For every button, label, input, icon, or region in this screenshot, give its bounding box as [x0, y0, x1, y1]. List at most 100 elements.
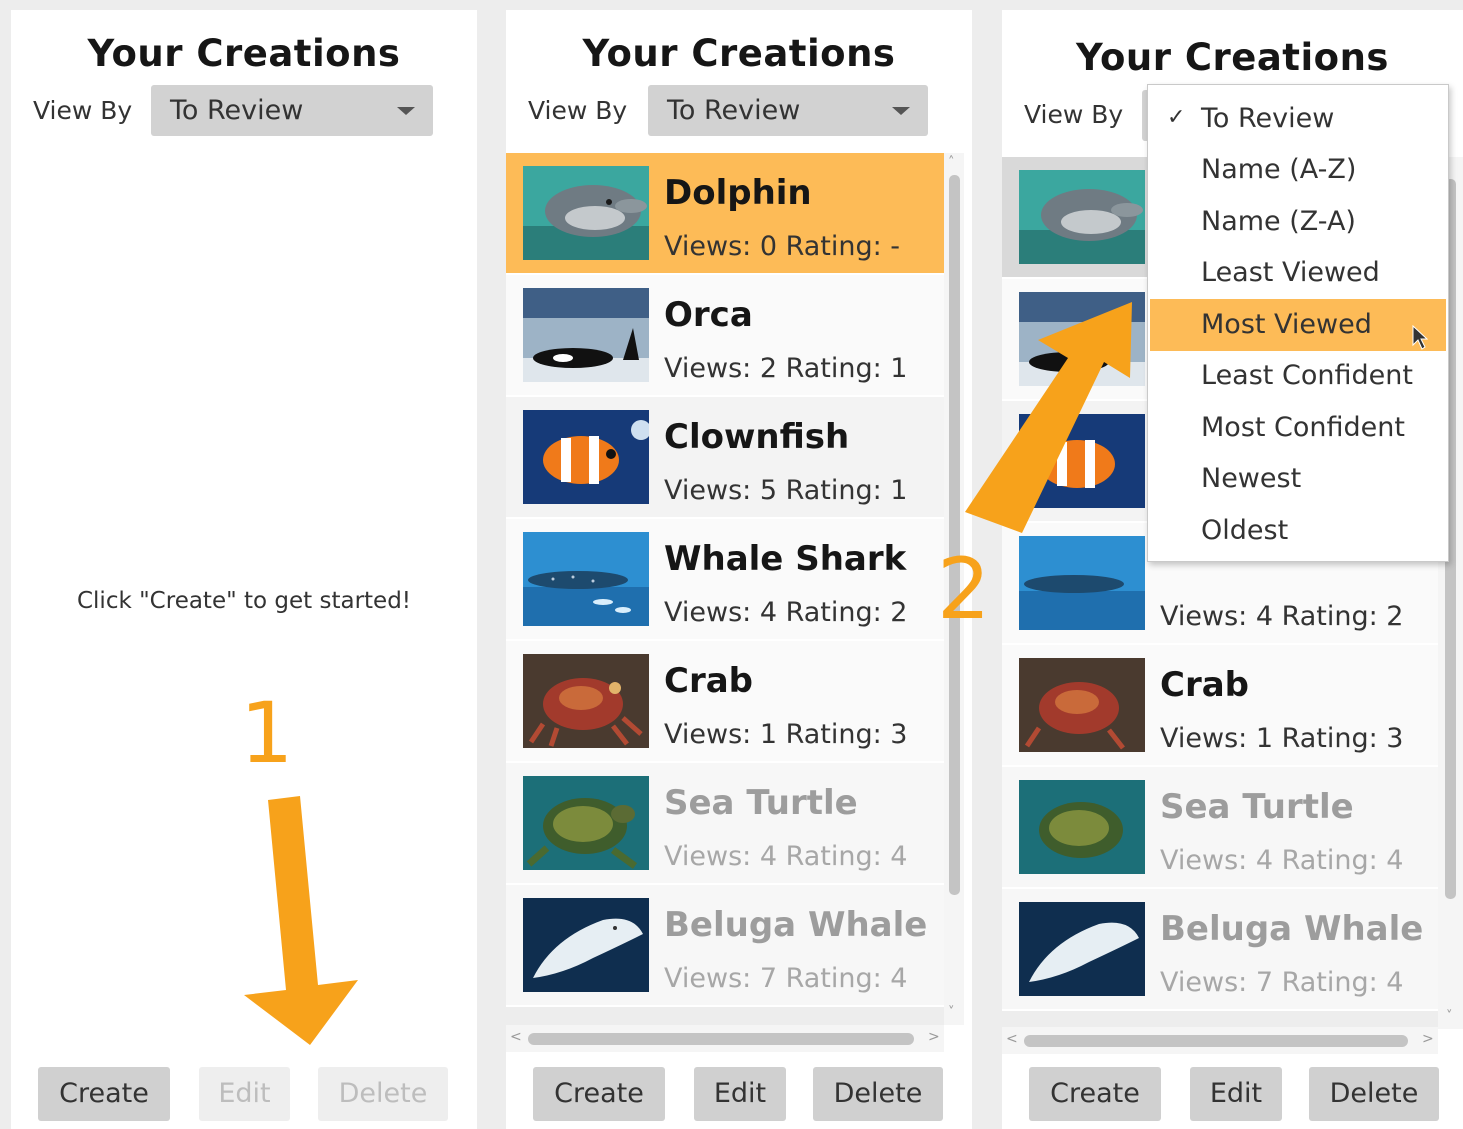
item-stats: Views: 4 Rating: 4: [664, 841, 908, 872]
clownfish-thumbnail: [523, 410, 649, 504]
item-name: Sea Turtle: [664, 783, 858, 823]
menu-item-label: Least Viewed: [1201, 257, 1380, 288]
list-item-whale-shark[interactable]: Whale Shark Views: 4 Rating: 2: [506, 519, 944, 639]
checkmark-icon: ✓: [1167, 105, 1186, 130]
chevron-down-icon: [892, 107, 910, 115]
list-item-partial[interactable]: [506, 1007, 944, 1025]
item-stats: Views: 7 Rating: 4: [1160, 967, 1404, 998]
list-item-sea-turtle[interactable]: Sea Turtle Views: 4 Rating: 4: [506, 763, 944, 883]
menu-item-least-confident[interactable]: Least Confident: [1150, 350, 1446, 402]
chevron-down-icon: [397, 107, 415, 115]
beluga-whale-thumbnail: [1019, 902, 1145, 996]
create-button[interactable]: Create: [533, 1067, 665, 1121]
list-item-crab[interactable]: Crab Views: 1 Rating: 3: [506, 641, 944, 761]
delete-button[interactable]: Delete: [1309, 1067, 1439, 1121]
scroll-right-icon[interactable]: >: [1422, 1031, 1434, 1047]
dropdown-value: To Review: [170, 95, 304, 126]
list-item-crab[interactable]: Crab Views: 1 Rating: 3: [1002, 645, 1438, 765]
scroll-up-icon[interactable]: ˄: [948, 155, 955, 170]
step-2-label: 2: [937, 540, 991, 638]
menu-item-label: To Review: [1201, 103, 1335, 134]
menu-item-label: Least Confident: [1201, 360, 1413, 391]
item-stats: Views: 4 Rating: 4: [1160, 845, 1404, 876]
panel-title: Your Creations: [582, 32, 896, 75]
create-button[interactable]: Create: [38, 1067, 170, 1121]
mouse-cursor-icon: [1412, 325, 1428, 350]
delete-button[interactable]: Delete: [318, 1067, 448, 1121]
step-1-label: 1: [240, 684, 294, 782]
sea-turtle-thumbnail: [523, 776, 649, 870]
item-stats: Views: 1 Rating: 3: [1160, 723, 1404, 754]
list-item-dolphin[interactable]: Dolphin Views: 0 Rating: -: [506, 153, 944, 273]
item-name: Sea Turtle: [1160, 787, 1354, 827]
crab-thumbnail: [523, 654, 649, 748]
orca-thumbnail: [523, 288, 649, 382]
horizontal-scrollbar[interactable]: < >: [506, 1025, 944, 1052]
item-stats: Views: 1 Rating: 3: [664, 719, 908, 750]
item-stats: Views: 4 Rating: 2: [664, 597, 908, 628]
scroll-left-icon[interactable]: <: [510, 1029, 522, 1045]
menu-item-newest[interactable]: Newest: [1150, 453, 1446, 505]
orca-thumbnail: [1019, 292, 1145, 386]
item-name: Beluga Whale: [664, 905, 928, 945]
scrollbar-thumb[interactable]: [949, 175, 960, 895]
menu-item-label: Most Confident: [1201, 412, 1405, 443]
item-name: Dolphin: [664, 173, 812, 213]
scrollbar-thumb[interactable]: [1024, 1035, 1408, 1047]
edit-button[interactable]: Edit: [694, 1067, 786, 1121]
dropdown-value: To Review: [667, 95, 801, 126]
item-name: Orca: [664, 295, 753, 335]
beluga-whale-thumbnail: [523, 898, 649, 992]
whale-shark-thumbnail: [1019, 536, 1145, 630]
item-name: Crab: [664, 661, 754, 701]
menu-item-to-review[interactable]: ✓ To Review: [1150, 93, 1446, 145]
view-by-dropdown[interactable]: To Review: [151, 85, 433, 136]
panel-title: Your Creations: [87, 32, 401, 75]
view-by-menu: ✓ To Review Name (A-Z) Name (Z-A) Least …: [1147, 84, 1449, 562]
item-stats: Views: 5 Rating: 1: [664, 475, 908, 506]
menu-item-name-a-z[interactable]: Name (A-Z): [1150, 144, 1446, 196]
scroll-right-icon[interactable]: >: [928, 1029, 940, 1045]
edit-button[interactable]: Edit: [1190, 1067, 1282, 1121]
sea-turtle-thumbnail: [1019, 780, 1145, 874]
edit-button[interactable]: Edit: [199, 1067, 290, 1121]
list-item-clownfish[interactable]: Clownfish Views: 5 Rating: 1: [506, 397, 944, 517]
dolphin-thumbnail: [523, 166, 649, 260]
menu-item-label: Most Viewed: [1201, 309, 1372, 340]
creations-list: Dolphin Views: 0 Rating: - Orca Views: 2…: [506, 153, 944, 1025]
creations-panel-sort-menu: Your Creations View By Views: 4 Rating: …: [1002, 10, 1463, 1129]
menu-item-least-viewed[interactable]: Least Viewed: [1150, 247, 1446, 299]
scroll-down-icon[interactable]: ˅: [948, 1005, 955, 1020]
menu-item-most-viewed[interactable]: Most Viewed: [1150, 299, 1446, 351]
menu-item-name-z-a[interactable]: Name (Z-A): [1150, 196, 1446, 248]
list-item-sea-turtle[interactable]: Sea Turtle Views: 4 Rating: 4: [1002, 767, 1438, 887]
view-by-label: View By: [528, 96, 628, 125]
menu-item-label: Newest: [1201, 463, 1302, 494]
menu-item-most-confident[interactable]: Most Confident: [1150, 402, 1446, 454]
item-stats: Views: 2 Rating: 1: [664, 353, 908, 384]
dolphin-thumbnail: [1019, 170, 1145, 264]
item-stats: Views: 7 Rating: 4: [664, 963, 908, 994]
clownfish-thumbnail: [1019, 414, 1145, 508]
list-item-beluga-whale[interactable]: Beluga Whale Views: 7 Rating: 4: [506, 885, 944, 1005]
menu-item-label: Name (Z-A): [1201, 206, 1356, 237]
creations-panel-empty: Your Creations View By To Review Click "…: [11, 10, 477, 1129]
item-name: Crab: [1160, 665, 1250, 705]
list-item-beluga-whale[interactable]: Beluga Whale Views: 7 Rating: 4: [1002, 889, 1438, 1009]
scroll-left-icon[interactable]: <: [1006, 1031, 1018, 1047]
scroll-down-icon[interactable]: ˅: [1446, 1009, 1453, 1024]
list-item-orca[interactable]: Orca Views: 2 Rating: 1: [506, 275, 944, 395]
item-name: Whale Shark: [664, 539, 907, 579]
menu-item-label: Name (A-Z): [1201, 154, 1357, 185]
create-button[interactable]: Create: [1029, 1067, 1161, 1121]
view-by-dropdown[interactable]: To Review: [648, 85, 928, 136]
creations-panel-list: Your Creations View By To Review Dolphin…: [506, 10, 972, 1129]
horizontal-scrollbar[interactable]: < >: [1002, 1027, 1438, 1054]
view-by-label: View By: [33, 96, 133, 125]
panel-title: Your Creations: [1076, 36, 1389, 79]
menu-item-oldest[interactable]: Oldest: [1150, 505, 1446, 557]
crab-thumbnail: [1019, 658, 1145, 752]
item-stats: Views: 0 Rating: -: [664, 231, 901, 262]
scrollbar-thumb[interactable]: [528, 1033, 914, 1045]
delete-button[interactable]: Delete: [813, 1067, 943, 1121]
